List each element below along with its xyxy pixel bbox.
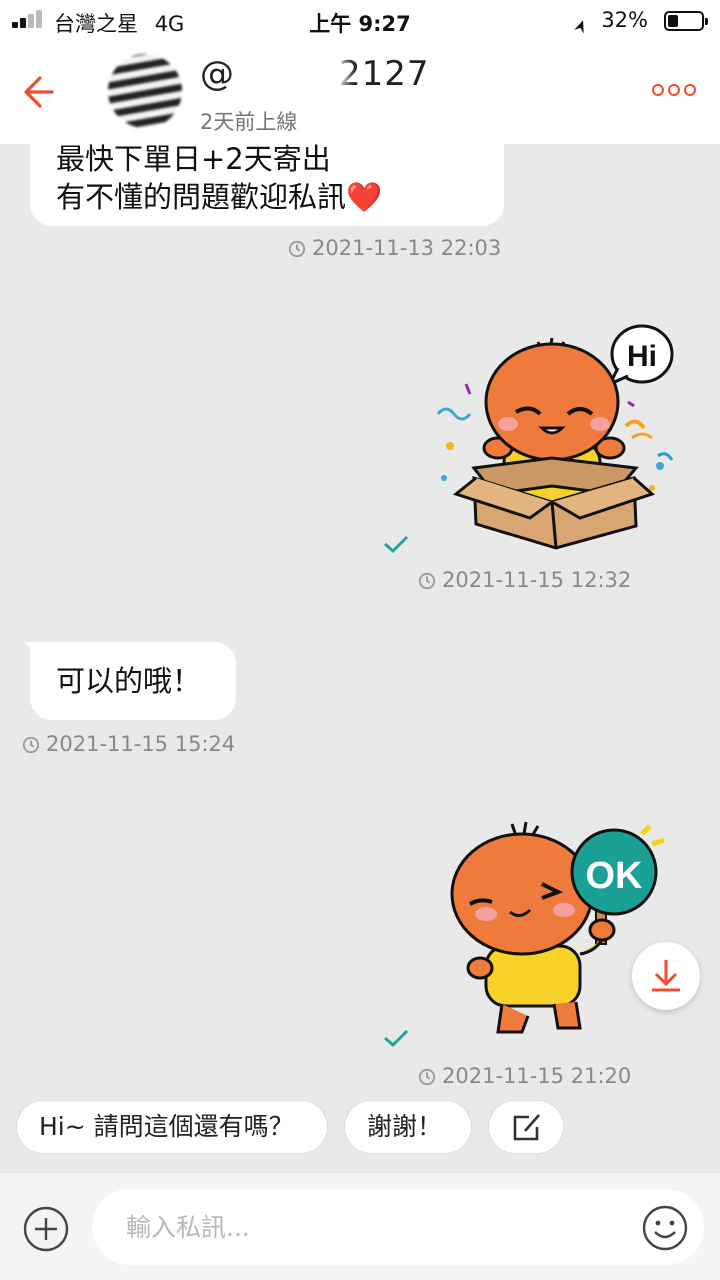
battery-group: 32% [538,8,708,34]
message-timestamp: 2021-11-15 12:32 [418,568,631,592]
message-timestamp: 2021-11-13 22:03 [288,236,501,260]
timestamp-text: 2021-11-13 22:03 [312,236,502,260]
message-timestamp: 2021-11-15 15:24 [22,732,235,756]
ok-sticker[interactable]: OK [446,818,676,1044]
read-check-icon [384,1029,409,1048]
message-text: 可以的哦！ [56,664,202,698]
hi-sticker[interactable]: Hi [430,318,680,554]
download-icon [652,960,680,992]
quick-reply-chip[interactable]: Hi~ 請問這個還有嗎？ [16,1100,328,1154]
cardboard-box [452,456,655,550]
plus-circle-icon [23,1206,69,1252]
back-button[interactable] [22,70,58,114]
location-arrow-icon [574,18,588,39]
quick-reply-chip[interactable]: 謝謝！ [344,1100,472,1154]
speech-bubble: Hi [606,324,674,388]
message-line: 有不懂的問題歡迎私訊❤️ [56,180,383,214]
clock-icon [418,572,436,590]
message-timestamp: 2021-11-15 21:20 [418,1064,631,1088]
edit-icon [513,1114,540,1141]
more-dot [652,84,664,96]
redaction-blur [238,58,348,88]
more-dot [684,84,696,96]
more-options-button[interactable] [652,84,698,98]
battery-icon [664,11,708,31]
message-line: 最快下單日+2天寄出 [56,142,331,176]
clock-icon [418,1068,436,1086]
timestamp-text: 2021-11-15 12:32 [442,568,632,592]
svg-text:Hi: Hi [627,340,657,373]
edit-quick-replies-button[interactable] [488,1100,564,1154]
last-seen-status: 2天前上線 [200,110,298,134]
clock-icon [22,736,40,754]
emoji-button[interactable] [640,1203,690,1253]
timestamp-text: 2021-11-15 15:24 [46,732,236,756]
username-suffix: 2127 [339,54,430,94]
status-bar: 台灣之星 4G 上午 9:27 32% [0,0,720,40]
clock-icon [288,240,306,258]
username-prefix: @ [200,54,235,94]
message-composer [0,1172,720,1280]
chat-header: @2127 2天前上線 [0,40,720,144]
message-bubble-incoming[interactable]: 可以的哦！ [24,642,236,720]
attach-button[interactable] [22,1205,70,1253]
back-arrow-icon [24,76,54,108]
timestamp-text: 2021-11-15 21:20 [442,1064,632,1088]
read-check-icon [384,535,409,554]
more-dot [668,84,680,96]
emoji-icon [642,1205,688,1251]
svg-text:OK: OK [586,855,644,897]
avatar[interactable] [108,54,182,128]
message-input[interactable] [92,1189,704,1265]
download-button[interactable] [632,942,700,1010]
battery-percent: 32% [601,8,648,32]
